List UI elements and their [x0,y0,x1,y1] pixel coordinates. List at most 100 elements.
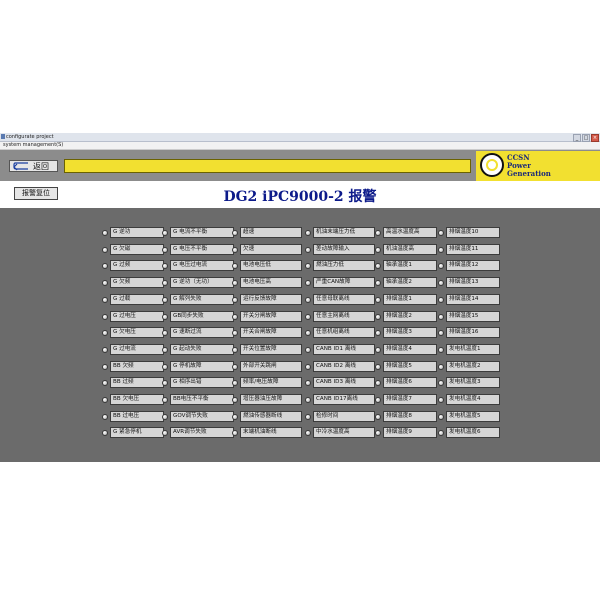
alarm-indicator-icon [162,363,168,370]
alarm-label: BB电压不平衡 [170,394,234,405]
alarm-item: 排烟温度7 [375,394,437,405]
alarm-item: BB电压不平衡 [162,394,234,405]
alarm-item: BB 欠频 [102,360,164,372]
alarm-label: 排烟温度3 [383,327,437,339]
alarm-indicator-icon [305,296,311,303]
alarm-item: 燃油传感器断线 [232,410,302,422]
alarm-indicator-icon [438,346,444,353]
logo-text: CCSN Power Generation [507,154,551,178]
alarm-item: 排烟温度15 [438,310,500,322]
alarm-indicator-icon [102,397,108,403]
alarm-indicator-icon [102,380,108,387]
alarm-indicator-icon [162,296,168,303]
alarm-label: 发电机温度4 [446,394,500,405]
alarm-indicator-icon [305,397,311,403]
alarm-item: 排烟温度8 [375,410,437,422]
alarm-item: GB同步失败 [162,310,234,322]
alarm-item: G 过电压 [102,310,164,322]
alarm-label: BB 过频 [110,377,164,389]
alarm-label: BB 欠电压 [110,394,164,405]
alarm-item: CANB ID2 离线 [305,360,375,372]
alarm-label: CANB ID17离线 [313,394,375,405]
alarm-indicator-icon [232,230,238,236]
alarm-item: 严重CAN故障 [305,277,375,289]
alarm-label: G 欠磁 [110,243,164,255]
alarm-item: 发电机温度6 [438,427,500,439]
minimize-button[interactable]: _ [573,134,581,142]
alarm-label: 排烟温度4 [383,343,437,355]
alarm-item: 欠速 [232,243,302,255]
status-bar [64,159,471,173]
alarm-indicator-icon [375,413,381,420]
alarm-indicator-icon [438,246,444,253]
alarm-label: 末端机油断线 [240,427,302,439]
alarm-label: 发电机温度3 [446,377,500,389]
maximize-button[interactable]: □ [582,134,590,142]
alarm-item: 任意机组离线 [305,327,375,339]
alarm-item: CANB ID1 离线 [305,343,375,355]
alarm-item: 电池电压高 [232,277,302,289]
alarm-label: 任意机组离线 [313,327,375,339]
alarm-item: 超速 [232,227,302,238]
app-icon [1,134,5,139]
alarm-item: G 速断过流 [162,327,234,339]
alarm-label: G 紧急停机 [110,427,164,439]
back-button[interactable]: 返回 [9,160,58,172]
alarm-item: 发电机温度5 [438,410,500,422]
alarm-label: G 起动失败 [170,343,234,355]
alarm-indicator-icon [232,397,238,403]
alarm-label: GB同步失败 [170,310,234,322]
alarm-indicator-icon [102,346,108,353]
alarm-label: G 相序出错 [170,377,234,389]
alarm-item: 差动故障输入 [305,243,375,255]
alarm-label: G 欠电压 [110,327,164,339]
alarm-item: 排烟温度14 [438,293,500,305]
alarm-item: 排烟温度12 [438,260,500,272]
alarm-item: 燃油压力低 [305,260,375,272]
alarm-label: 频率/电压故障 [240,377,302,389]
alarm-indicator-icon [305,263,311,270]
alarm-item: BB 过电压 [102,410,164,422]
alarm-indicator-icon [232,363,238,370]
alarm-label: 机油末端压力低 [313,227,375,238]
alarm-indicator-icon [162,413,168,420]
alarm-item: G 逆功（无功） [162,277,234,289]
menu-system-management[interactable]: system management(S) [3,142,63,148]
alarm-item: G 解列失败 [162,293,234,305]
alarm-item: G 过电流 [102,343,164,355]
alarm-label: 高温水温度高 [383,227,437,238]
alarm-indicator-icon [305,346,311,353]
alarm-label: CANB ID3 离线 [313,377,375,389]
logo-line-3: Generation [507,169,551,178]
alarm-indicator-icon [438,397,444,403]
alarm-indicator-icon [232,430,238,437]
alarm-item: 排烟温度11 [438,243,500,255]
alarm-indicator-icon [375,330,381,337]
alarm-label: 排烟温度13 [446,277,500,289]
alarm-label: 增压器油压故障 [240,394,302,405]
alarm-label: 排烟温度1 [383,293,437,305]
alarm-label: G 电压过电流 [170,260,234,272]
alarm-indicator-icon [102,263,108,270]
alarm-label: 开关合闸故障 [240,327,302,339]
alarm-label: 中冷水温度高 [313,427,375,439]
alarm-indicator-icon [438,330,444,337]
alarm-indicator-icon [305,380,311,387]
alarm-indicator-icon [438,363,444,370]
alarm-item: 发电机温度4 [438,394,500,405]
alarm-label: CANB ID1 离线 [313,343,375,355]
alarm-indicator-icon [162,430,168,437]
close-button[interactable]: × [591,134,599,142]
alarm-label: 任意主网离线 [313,310,375,322]
alarm-label: GOV调节失败 [170,410,234,422]
alarm-indicator-icon [375,346,381,353]
alarm-indicator-icon [162,397,168,403]
alarm-label: AVR调节失败 [170,427,234,439]
alarm-label: 电池电压低 [240,260,302,272]
alarm-item: 机油末端压力低 [305,227,375,238]
alarm-indicator-icon [438,430,444,437]
alarm-item: 开关位置故障 [232,343,302,355]
alarm-indicator-icon [438,263,444,270]
alarm-label: 排烟温度5 [383,360,437,372]
alarm-item: 电池电压低 [232,260,302,272]
